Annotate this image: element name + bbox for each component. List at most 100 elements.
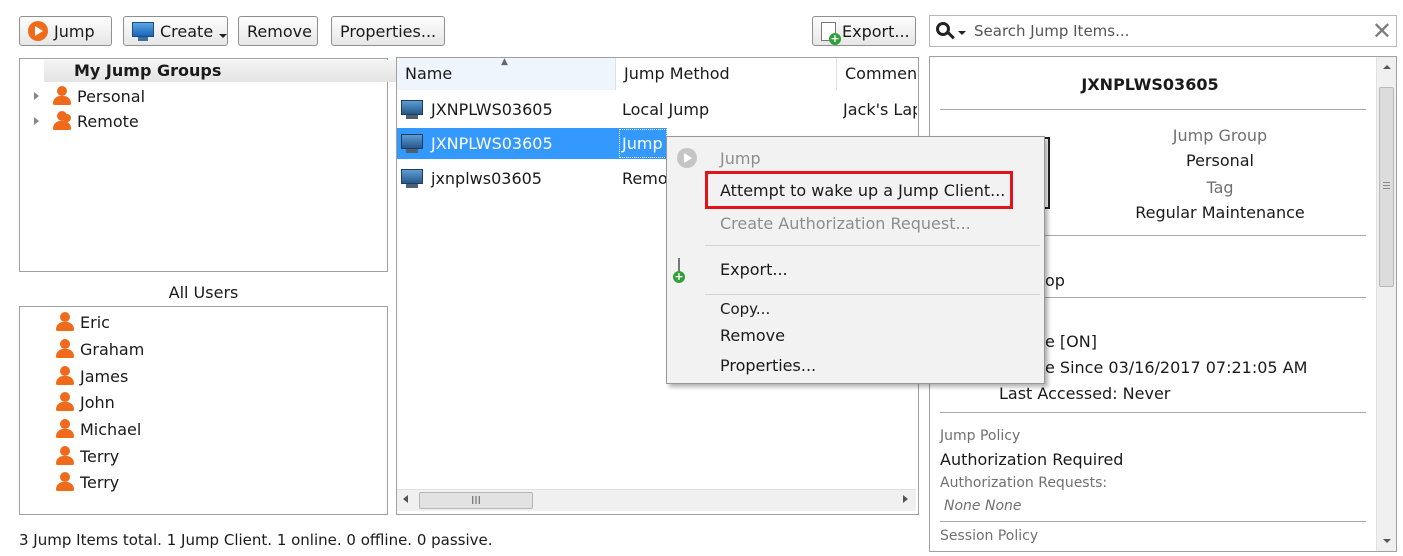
- remove-button[interactable]: Remove: [238, 16, 318, 46]
- scroll-right-icon[interactable]: [903, 495, 908, 503]
- menu-item-copy[interactable]: Copy...: [720, 300, 770, 318]
- divider: [940, 412, 1366, 413]
- tree-item-personal[interactable]: Personal: [34, 86, 145, 106]
- scroll-up-icon[interactable]: [1383, 65, 1391, 69]
- table-row[interactable]: jxnplws03605: [401, 166, 542, 190]
- export-icon: [678, 258, 680, 279]
- menu-item-properties[interactable]: Properties...: [720, 356, 816, 375]
- status-on: e [ON]: [1045, 332, 1097, 351]
- divider: [940, 109, 1366, 110]
- row-name: JXNPLWS03605: [431, 99, 553, 119]
- user-icon: [56, 392, 74, 412]
- menu-item-export[interactable]: Export...: [720, 260, 788, 279]
- search-options-chevron-icon[interactable]: [958, 31, 966, 35]
- user-item[interactable]: Terry: [56, 472, 119, 492]
- tree-item-label: Personal: [77, 86, 146, 106]
- menu-item-remove[interactable]: Remove: [720, 326, 785, 345]
- user-item[interactable]: John: [56, 392, 115, 412]
- search-box: ✕: [929, 15, 1397, 47]
- jump-groups-header: My Jump Groups: [44, 60, 406, 82]
- tag-label: Tag: [1206, 178, 1234, 197]
- column-header-jump-method[interactable]: Jump Method: [616, 58, 837, 90]
- row-name: jxnplws03605: [431, 168, 542, 188]
- user-icon: [56, 339, 74, 359]
- export-button[interactable]: Export...: [812, 16, 916, 46]
- user-icon: [56, 419, 74, 439]
- user-name: Michael: [80, 419, 142, 439]
- users-panel: Eric Graham James John Michael Terry Ter…: [19, 306, 388, 515]
- table-row[interactable]: JXNPLWS03605: [401, 97, 611, 121]
- column-header-label: Jump Method: [624, 64, 730, 83]
- user-icon: [56, 366, 74, 386]
- user-item[interactable]: James: [56, 366, 128, 386]
- play-icon: [28, 21, 48, 41]
- table-row[interactable]: JXNPLWS03605: [401, 131, 553, 155]
- user-name: Graham: [80, 339, 145, 359]
- user-name: Terry: [80, 446, 120, 466]
- authorization-requests-value: None None: [944, 498, 1022, 514]
- export-button-label: Export...: [842, 21, 910, 41]
- create-button[interactable]: Create: [123, 16, 228, 46]
- export-icon: [821, 21, 841, 45]
- user-item[interactable]: Eric: [56, 312, 110, 332]
- user-name: John: [80, 392, 115, 412]
- column-header-comments[interactable]: Commen: [837, 58, 918, 90]
- column-header-label: Name: [405, 64, 453, 83]
- session-policy-label: Session Policy: [940, 528, 1039, 544]
- vertical-scrollbar[interactable]: [1376, 57, 1396, 551]
- tree-item-remote[interactable]: Remote: [34, 111, 139, 131]
- search-icon[interactable]: [936, 22, 956, 42]
- scroll-thumb[interactable]: [1379, 87, 1394, 287]
- status-bar: 3 Jump Items total. 1 Jump Client. 1 onl…: [19, 531, 493, 549]
- user-icon: [56, 472, 74, 492]
- last-accessed: Last Accessed: Never: [999, 384, 1171, 403]
- properties-button[interactable]: Properties...: [331, 16, 445, 46]
- detail-partial-text: op: [1045, 271, 1065, 290]
- expand-icon[interactable]: [34, 92, 39, 100]
- jump-groups-panel: My Jump Groups Personal Remote: [19, 58, 406, 272]
- horizontal-scrollbar[interactable]: III: [397, 489, 916, 511]
- menu-item-jump[interactable]: Jump: [720, 149, 761, 168]
- user-name: Eric: [80, 312, 110, 332]
- user-icon: [56, 446, 74, 466]
- scroll-left-icon[interactable]: [403, 495, 408, 503]
- column-header-name[interactable]: Name ▲: [397, 57, 616, 90]
- monitor-icon: [132, 21, 154, 41]
- chevron-down-icon: [219, 34, 228, 38]
- clear-search-icon[interactable]: ✕: [1372, 18, 1392, 44]
- properties-button-label: Properties...: [340, 21, 437, 41]
- jump-group-value: Personal: [1185, 151, 1254, 170]
- scroll-down-icon[interactable]: [1383, 539, 1391, 543]
- row-name: JXNPLWS03605: [431, 133, 553, 153]
- menu-item-wake-jump-client[interactable]: Attempt to wake up a Jump Client...: [720, 181, 1005, 200]
- scroll-thumb[interactable]: III: [419, 492, 533, 509]
- menu-separator: [705, 294, 1040, 295]
- remove-button-label: Remove: [247, 21, 312, 41]
- authorization-requests-label: Authorization Requests:: [940, 475, 1108, 491]
- jump-group-label: Jump Group: [1172, 126, 1268, 145]
- group-icon: [53, 111, 71, 131]
- sort-ascending-icon: ▲: [501, 57, 508, 67]
- user-item[interactable]: Michael: [56, 419, 141, 439]
- expand-icon[interactable]: [34, 117, 39, 125]
- context-menu: Jump Attempt to wake up a Jump Client...…: [666, 136, 1045, 384]
- monitor-icon: [401, 133, 423, 153]
- user-name: James: [80, 366, 129, 386]
- monitor-icon: [401, 168, 423, 188]
- row-comment: Jack's Lap: [843, 99, 917, 119]
- jump-policy-value: Authorization Required: [940, 450, 1124, 469]
- jump-button-label: Jump: [54, 21, 95, 41]
- online-since: e Since 03/16/2017 07:21:05 AM: [1045, 358, 1308, 377]
- tag-value: Regular Maintenance: [1135, 203, 1305, 222]
- play-icon: [677, 148, 697, 168]
- row-method: Local Jump: [622, 99, 710, 119]
- user-item[interactable]: Terry: [56, 446, 119, 466]
- user-icon: [53, 86, 71, 106]
- user-name: Terry: [80, 472, 120, 492]
- search-input[interactable]: [972, 18, 1362, 44]
- menu-item-create-authorization-request[interactable]: Create Authorization Request...: [720, 214, 971, 233]
- jump-button[interactable]: Jump: [19, 16, 112, 46]
- menu-separator: [705, 245, 1040, 246]
- user-item[interactable]: Graham: [56, 339, 144, 359]
- column-header-label: Commen: [845, 64, 918, 83]
